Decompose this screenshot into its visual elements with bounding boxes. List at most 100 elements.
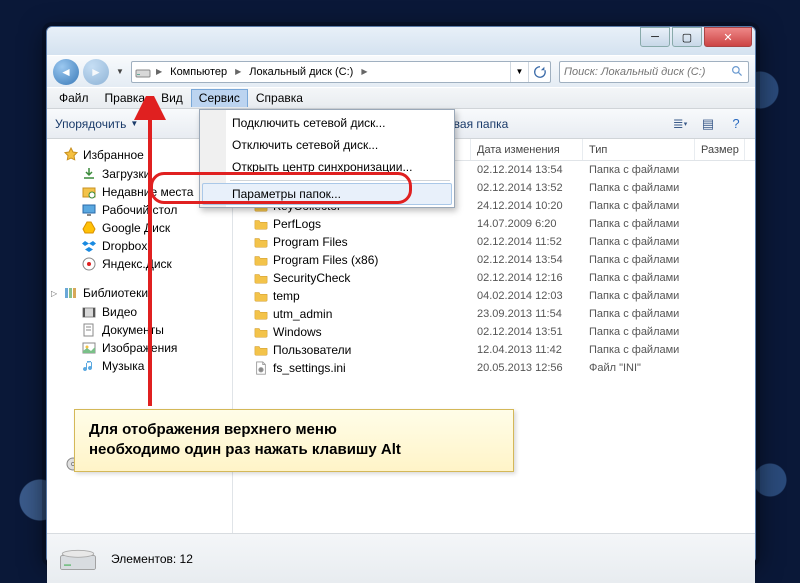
organize-button[interactable]: Упорядочить ▼: [55, 117, 138, 131]
sidebar-item[interactable]: Видео: [47, 303, 232, 321]
star-icon: [63, 147, 79, 163]
sidebar-item-label: Загрузки: [102, 167, 150, 181]
file-row[interactable]: fs_settings.ini20.05.2013 12:56Файл "INI…: [233, 359, 755, 377]
file-name: Program Files: [273, 235, 348, 249]
folder-icon: [253, 235, 269, 249]
file-date: 20.05.2013 12:56: [471, 362, 583, 374]
annotation-line2: необходимо один раз нажать клавишу Alt: [89, 440, 499, 460]
sidebar-item[interactable]: Изображения: [47, 339, 232, 357]
file-row[interactable]: Windows02.12.2014 13:51Папка с файлами: [233, 323, 755, 341]
back-button[interactable]: ◄: [53, 59, 79, 85]
sidebar-item-label: Dropbox: [102, 239, 147, 253]
refresh-button[interactable]: [528, 62, 550, 82]
annotation-callout: Для отображения верхнего меню необходимо…: [74, 409, 514, 472]
menu-folder-options[interactable]: Параметры папок...: [202, 183, 452, 205]
folder-icon: [253, 289, 269, 303]
desktop-icon: [81, 202, 97, 218]
gdrive-icon: [81, 220, 97, 236]
folder-icon: [253, 253, 269, 267]
menu-disconnect-drive[interactable]: Отключить сетевой диск...: [202, 134, 452, 156]
file-type: Файл "INI": [583, 362, 695, 374]
breadcrumb-drive[interactable]: Локальный диск (C:): [243, 62, 359, 82]
menu-file[interactable]: Файл: [51, 89, 97, 107]
sidebar-item[interactable]: Документы: [47, 321, 232, 339]
file-row[interactable]: Program Files (x86)02.12.2014 13:54Папка…: [233, 251, 755, 269]
help-button[interactable]: ?: [725, 114, 747, 134]
expand-icon[interactable]: ▷: [51, 289, 57, 298]
close-button[interactable]: ✕: [704, 27, 752, 47]
address-dropdown[interactable]: ▼: [510, 62, 528, 82]
search-input[interactable]: [564, 66, 731, 78]
search-box[interactable]: [559, 61, 749, 83]
menu-tools[interactable]: Сервис: [191, 89, 248, 107]
file-date: 02.12.2014 13:54: [471, 164, 583, 176]
view-options-button[interactable]: ≣ ▾: [669, 114, 691, 134]
menu-sync-center[interactable]: Открыть центр синхронизации...: [202, 156, 452, 178]
file-row[interactable]: Program Files02.12.2014 11:52Папка с фай…: [233, 233, 755, 251]
folder-icon: [253, 271, 269, 285]
file-row[interactable]: SecurityCheck 02.12.2014 12:16Папка с фай…: [233, 269, 755, 287]
breadcrumb-sep-icon[interactable]: ▶: [154, 67, 164, 76]
status-count: Элементов: 12: [111, 552, 193, 566]
breadcrumb-sep-icon[interactable]: ▶: [359, 67, 369, 76]
sidebar-item[interactable]: Музыка: [47, 357, 232, 375]
organize-label: Упорядочить: [55, 117, 126, 131]
history-dropdown[interactable]: ▼: [113, 63, 127, 81]
folder-icon: [253, 343, 269, 357]
yadisk-icon: [81, 256, 97, 272]
recent-icon: [81, 184, 97, 200]
file-row[interactable]: Пользователи12.04.2013 11:42Папка с файл…: [233, 341, 755, 359]
sidebar-libraries[interactable]: ▷ Библиотеки: [47, 283, 232, 303]
file-name: utm_admin: [273, 307, 332, 321]
breadcrumb-sep-icon[interactable]: ▶: [233, 67, 243, 76]
breadcrumb-computer[interactable]: Компьютер: [164, 62, 233, 82]
sidebar-item-label: Изображения: [102, 341, 177, 355]
menu-view[interactable]: Вид: [153, 89, 191, 107]
file-row[interactable]: PerfLogs14.07.2009 6:20Папка с файлами: [233, 215, 755, 233]
sidebar-item[interactable]: Dropbox: [47, 237, 232, 255]
file-name: temp: [273, 289, 300, 303]
file-date: 14.07.2009 6:20: [471, 218, 583, 230]
menu-help[interactable]: Справка: [248, 89, 311, 107]
file-name: SecurityCheck: [273, 271, 350, 285]
file-date: 02.12.2014 11:52: [471, 236, 583, 248]
file-type: Папка с файлами: [583, 308, 695, 320]
file-date: 02.12.2014 12:16: [471, 272, 583, 284]
minimize-button[interactable]: ─: [640, 27, 670, 47]
maximize-button[interactable]: ▢: [672, 27, 702, 47]
file-name: Program Files (x86): [273, 253, 378, 267]
window-titlebar: ─ ▢ ✕: [47, 27, 755, 55]
library-icon: [63, 285, 79, 301]
column-size[interactable]: Размер: [695, 139, 745, 160]
file-date: 04.02.2014 12:03: [471, 290, 583, 302]
downloads-icon: [81, 166, 97, 182]
navigation-bar: ◄ ► ▼ ▶ Компьютер ▶ Локальный диск (C:) …: [47, 55, 755, 87]
menu-separator: [230, 180, 450, 181]
search-icon: [731, 65, 744, 78]
sidebar-item[interactable]: Яндекс.Диск: [47, 255, 232, 273]
menu-map-drive[interactable]: Подключить сетевой диск...: [202, 112, 452, 134]
folder-icon: [253, 325, 269, 339]
sidebar-item-label: Недавние места: [102, 185, 193, 199]
tools-dropdown: Подключить сетевой диск... Отключить сет…: [199, 109, 455, 208]
file-date: 23.09.2013 11:54: [471, 308, 583, 320]
sidebar-item[interactable]: Google Диск: [47, 219, 232, 237]
file-type: Папка с файлами: [583, 272, 695, 284]
menu-edit[interactable]: Правка: [97, 89, 154, 107]
file-date: 02.12.2014 13:51: [471, 326, 583, 338]
file-type: Папка с файлами: [583, 344, 695, 356]
music-icon: [81, 358, 97, 374]
docs-icon: [81, 322, 97, 338]
column-date[interactable]: Дата изменения: [471, 139, 583, 160]
column-type[interactable]: Тип: [583, 139, 695, 160]
preview-pane-button[interactable]: ▤: [697, 114, 719, 134]
folder-icon: [253, 217, 269, 231]
annotation-line1: Для отображения верхнего меню: [89, 420, 499, 440]
file-name: Windows: [273, 325, 322, 339]
file-row[interactable]: utm_admin 23.09.2013 11:54Папка с файлами: [233, 305, 755, 323]
address-bar[interactable]: ▶ Компьютер ▶ Локальный диск (C:) ▶ ▼: [131, 61, 551, 83]
folder-icon: [253, 307, 269, 321]
file-row[interactable]: temp04.02.2014 12:03Папка с файлами: [233, 287, 755, 305]
file-date: 24.12.2014 10:20: [471, 200, 583, 212]
forward-button[interactable]: ►: [83, 59, 109, 85]
